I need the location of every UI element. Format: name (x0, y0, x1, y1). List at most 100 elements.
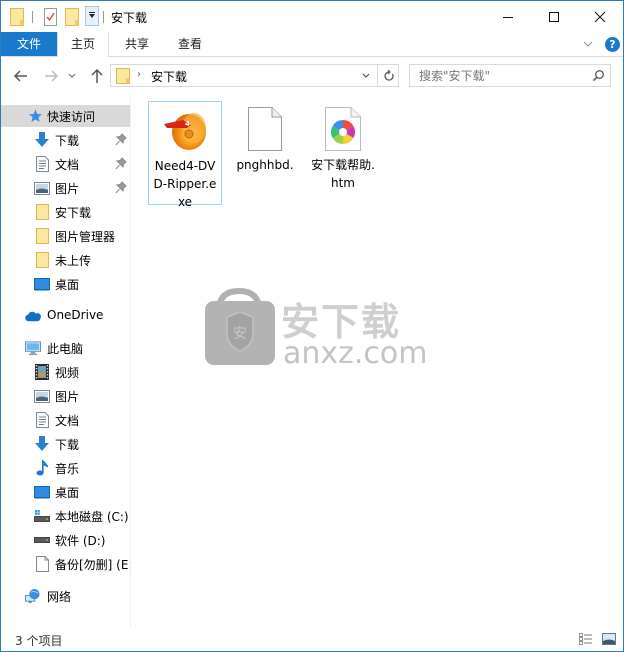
pictures-icon (34, 388, 50, 404)
breadcrumb-item[interactable]: 安下载 (151, 68, 187, 85)
download-arrow-icon (34, 132, 50, 148)
sidebar-item-label: 网络 (47, 590, 72, 604)
blank-file-icon (241, 105, 289, 153)
sidebar-item-music[interactable]: 音乐 (1, 457, 130, 479)
forward-button[interactable] (41, 66, 61, 86)
sidebar-item-pc-downloads[interactable]: 下载 (1, 433, 130, 455)
sidebar-item-pc-documents[interactable]: 文档 (1, 409, 130, 431)
folder-icon (34, 228, 50, 244)
sidebar-item-documents[interactable]: 文档 (1, 153, 130, 175)
tab-home[interactable]: 主页 (57, 32, 109, 57)
file-item[interactable]: 安下载帮助.htm (306, 101, 380, 192)
star-icon (27, 108, 43, 124)
chevron-down-icon (68, 73, 76, 78)
sidebar-item-picture-manager[interactable]: 图片管理器 (1, 225, 130, 247)
folder-icon[interactable] (10, 8, 24, 26)
watermark-brand-url: anxz.com (283, 336, 425, 369)
search-icon[interactable] (592, 69, 605, 85)
tab-file[interactable]: 文件 (1, 32, 57, 56)
sidebar-item-label: 桌面 (55, 278, 80, 292)
sidebar-item-pc-desktop[interactable]: 桌面 (1, 481, 130, 503)
large-icons-view-button[interactable] (602, 633, 616, 645)
customize-quick-access-dropdown[interactable] (85, 6, 99, 26)
tab-view[interactable]: 查看 (163, 32, 217, 56)
details-view-icon (579, 633, 592, 645)
sidebar-item-pc-pictures[interactable]: 图片 (1, 385, 130, 407)
sidebar-item-downloads[interactable]: 下载 (1, 129, 130, 151)
refresh-button[interactable] (377, 65, 399, 86)
sidebar-item-network[interactable]: 网络 (1, 585, 130, 607)
refresh-icon (383, 69, 394, 81)
file-name: Need4-DVD-Ripper.exe (153, 159, 217, 209)
sidebar-item-label: 文档 (55, 414, 80, 428)
breadcrumb-chevron-icon[interactable]: › (137, 69, 141, 80)
search-box[interactable] (409, 64, 611, 87)
sidebar-item-desktop[interactable]: 桌面 (1, 273, 130, 295)
minimize-icon (503, 16, 513, 18)
recent-locations-button[interactable] (65, 66, 79, 86)
sidebar-item-label: 图片管理器 (55, 230, 116, 244)
sidebar-item-label: 备份[勿删] (E: (55, 558, 131, 572)
sidebar-item-drive-d[interactable]: 软件 (D:) (1, 529, 130, 551)
sidebar-item-not-uploaded[interactable]: 未上传 (1, 249, 130, 271)
address-bar[interactable]: › 安下载 (110, 64, 399, 87)
help-button[interactable]: ? (605, 37, 620, 52)
cloud-icon (25, 308, 41, 324)
close-icon (594, 11, 606, 22)
sidebar-item-drive-e[interactable]: 备份[勿删] (E: (1, 553, 130, 575)
sidebar-item-label: 图片 (55, 390, 80, 404)
search-input[interactable] (410, 65, 588, 86)
toolbar-separator (103, 11, 104, 23)
pin-icon[interactable] (115, 181, 127, 195)
file-item[interactable]: 4 Need4-DVD-Ripper.exe (148, 101, 222, 209)
sidebar-item-pictures[interactable]: 图片 (1, 177, 130, 199)
svg-text:4: 4 (185, 120, 190, 128)
chevron-down-icon (583, 41, 593, 47)
minimize-button[interactable] (485, 1, 531, 32)
title-bar: 安下载 (1, 1, 623, 32)
sidebar-item-label: 下载 (55, 134, 80, 148)
back-button[interactable] (11, 66, 31, 86)
tab-share[interactable]: 共享 (111, 32, 163, 56)
new-folder-icon[interactable] (65, 8, 79, 26)
sidebar-item-this-pc[interactable]: 此电脑 (1, 337, 130, 359)
folder-icon (34, 252, 50, 268)
folder-icon (116, 68, 130, 87)
close-button[interactable] (577, 1, 623, 32)
ribbon-tabs: 文件 主页 共享 查看 ? (1, 32, 623, 57)
maximize-icon (549, 11, 559, 22)
sidebar-item-quick-access[interactable]: 快速访问 (1, 105, 130, 127)
details-view-button[interactable] (579, 633, 593, 645)
blank-file-icon (34, 556, 50, 572)
pin-icon[interactable] (115, 133, 127, 147)
sidebar-item-label: 未上传 (55, 254, 92, 268)
address-history-dropdown[interactable] (359, 69, 373, 83)
sidebar-item-label: 视频 (55, 366, 80, 380)
arrow-up-icon (91, 68, 103, 83)
expand-ribbon-button[interactable] (581, 38, 595, 50)
system-drive-icon (34, 508, 50, 524)
maximize-button[interactable] (531, 1, 577, 32)
sidebar-item-label: 安下载 (55, 206, 92, 220)
status-bar: 3 个项目 (1, 627, 623, 651)
sidebar-item-onedrive[interactable]: OneDrive (1, 305, 130, 327)
properties-icon[interactable] (44, 8, 57, 26)
up-button[interactable] (87, 66, 107, 86)
sidebar-item-videos[interactable]: 视频 (1, 361, 130, 383)
sidebar-item-anxz-folder[interactable]: 安下载 (1, 201, 130, 223)
file-explorer-window: 安下载 文件 主页 共享 查看 ? › 安下载 搜索"安下载" 快速访问 下载 … (0, 0, 624, 652)
computer-icon (25, 340, 41, 356)
sidebar-item-drive-c[interactable]: 本地磁盘 (C:) (1, 505, 130, 527)
sidebar-item-label: OneDrive (47, 308, 104, 322)
arrow-right-icon (45, 70, 59, 82)
sidebar-item-label: 快速访问 (47, 110, 96, 124)
file-name: 安下载帮助.htm (311, 158, 375, 190)
pin-icon[interactable] (115, 157, 127, 171)
navigation-bar: › 安下载 (1, 58, 623, 94)
sidebar-item-label: 音乐 (55, 462, 80, 476)
window-title: 安下载 (111, 11, 148, 25)
drive-icon (34, 532, 50, 548)
file-item[interactable]: pnghhbd. (228, 101, 302, 174)
arrow-left-icon (13, 70, 27, 82)
watermark-shield-text: 安 (233, 326, 247, 342)
